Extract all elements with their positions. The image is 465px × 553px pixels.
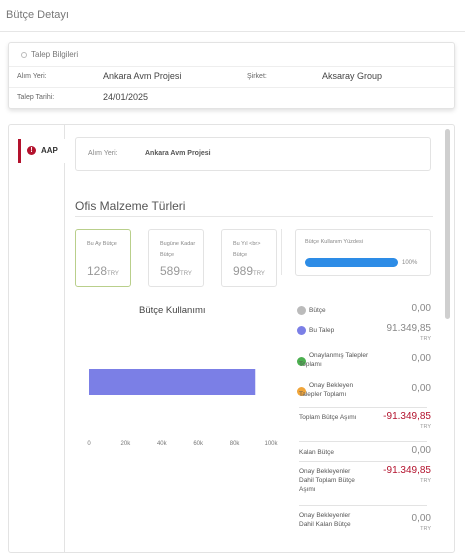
legend-divider bbox=[299, 461, 427, 462]
x-tick-label: 100k bbox=[264, 441, 278, 447]
x-tick-label: 80k bbox=[230, 441, 241, 447]
chart-title: Bütçe Kullanımı bbox=[139, 305, 206, 316]
legend-value: 0,00 bbox=[411, 445, 431, 456]
talep-bilgileri-title: Talep Bilgileri bbox=[31, 50, 79, 59]
budget-detail-panel: ! AAP Alım Yeri: Ankara Avm Projesi Ofis… bbox=[8, 124, 455, 553]
x-tick-label: 0 bbox=[87, 441, 91, 447]
legend-label: Onaylanmış Talepler Toplamı bbox=[299, 352, 369, 368]
legend-label: Kalan Bütçe bbox=[299, 449, 335, 456]
usage-progress-bar bbox=[305, 258, 398, 267]
budget-card-value: 128TRY bbox=[87, 264, 119, 278]
budget-card-bugune-kadar[interactable]: Bugüne Kadar Bütçe 589TRY bbox=[148, 229, 204, 287]
budget-card-value: 989TRY bbox=[233, 264, 265, 278]
x-tick-label: 60k bbox=[193, 441, 204, 447]
legend-label: Bu Talep bbox=[309, 327, 335, 334]
legend-item-onay-bekleyen[interactable]: Onay Bekleyen Talepler Toplamı 0,00 bbox=[295, 379, 431, 405]
legend-currency: TRY bbox=[420, 526, 431, 532]
legend-label: Bütçe bbox=[309, 307, 326, 314]
legend-currency: TRY bbox=[420, 478, 431, 484]
legend-value: 0,00 bbox=[411, 513, 431, 524]
legend-item-toplam-asim: Toplam Bütçe Aşımı -91.349,85 TRY bbox=[295, 411, 431, 439]
legend-label: Onay Bekleyen Talepler Toplamı bbox=[299, 382, 354, 398]
scrollbar-thumb[interactable] bbox=[445, 129, 450, 319]
talep-tarihi-label: Talep Tarihi: bbox=[17, 94, 55, 101]
legend-value: 0,00 bbox=[411, 353, 431, 364]
budget-card-label: Bu Ay Bütçe bbox=[87, 241, 117, 247]
legend-value: 91.349,85 bbox=[386, 323, 432, 334]
sirket-value: Aksaray Group bbox=[322, 71, 383, 81]
legend-item-kalan: Kalan Bütçe 0,00 bbox=[295, 445, 431, 461]
legend-item-dahil-asim: Onay Bekleyenler Dahil Toplam Bütçe Aşım… bbox=[295, 465, 431, 501]
usage-percent-card: Bütçe Kullanım Yüzdesi 100% bbox=[295, 229, 431, 276]
info-circle-icon bbox=[21, 52, 27, 58]
section-title: Ofis Malzeme Türleri bbox=[75, 199, 433, 217]
budget-card-label: Bugüne Kadar Bütçe bbox=[160, 241, 196, 258]
legend-swatch-icon bbox=[297, 306, 306, 315]
alim-yeri-value: Ankara Avm Projesi bbox=[103, 71, 182, 81]
tab-column: ! AAP bbox=[9, 125, 65, 552]
sirket-label: Şirket: bbox=[247, 73, 267, 80]
legend-value: -91.349,85 bbox=[383, 411, 431, 422]
alim-yeri-box: Alım Yeri: Ankara Avm Projesi bbox=[75, 137, 431, 171]
chart-bar-bu-talep[interactable] bbox=[89, 369, 256, 395]
legend-value: 0,00 bbox=[411, 383, 431, 394]
legend-currency: TRY bbox=[420, 424, 431, 430]
legend-item-onaylanmis[interactable]: Onaylanmış Talepler Toplamı 0,00 bbox=[295, 349, 431, 375]
legend-item-bu-talep[interactable]: Bu Talep 91.349,85 TRY bbox=[295, 323, 431, 347]
exclamation-circle-icon: ! bbox=[27, 146, 36, 155]
legend-value: -91.349,85 bbox=[383, 465, 431, 476]
budget-card-value: 589TRY bbox=[160, 264, 192, 278]
legend-value: 0,00 bbox=[411, 303, 431, 314]
page-header: Bütçe Detayı bbox=[0, 0, 465, 32]
legend-divider bbox=[299, 441, 427, 442]
page-title: Bütçe Detayı bbox=[6, 9, 69, 21]
legend-label: Toplam Bütçe Aşımı bbox=[299, 414, 357, 421]
talep-row-2: Talep Tarihi: 24/01/2025 bbox=[9, 88, 454, 109]
legend-divider bbox=[299, 407, 427, 408]
usage-percent-value: 100% bbox=[402, 260, 418, 266]
alim-yeri-box-value: Ankara Avm Projesi bbox=[145, 150, 211, 157]
cards-divider bbox=[281, 229, 282, 275]
legend-swatch-icon bbox=[297, 326, 306, 335]
budget-usage-chart: 0 20k 40k 60k 80k 100k bbox=[87, 369, 279, 447]
legend-item-butce[interactable]: Bütçe 0,00 bbox=[295, 303, 431, 323]
legend-divider bbox=[299, 505, 427, 506]
talep-row-1: Alım Yeri: Ankara Avm Projesi Şirket: Ak… bbox=[9, 67, 454, 88]
talep-bilgileri-header[interactable]: Talep Bilgileri bbox=[9, 43, 454, 67]
talep-bilgileri-card: Talep Bilgileri Alım Yeri: Ankara Avm Pr… bbox=[8, 42, 455, 109]
budget-card-bu-ay[interactable]: Bu Ay Bütçe 128TRY bbox=[75, 229, 131, 287]
talep-tarihi-value: 24/01/2025 bbox=[103, 92, 149, 102]
budget-card-bu-yil[interactable]: Bu Yıl <br> Bütçe 989TRY bbox=[221, 229, 277, 287]
legend-label: Onay Bekleyenler Dahil Kalan Bütçe bbox=[299, 512, 351, 528]
tab-aap-label: AAP bbox=[41, 146, 58, 155]
tab-aap[interactable]: ! AAP bbox=[18, 139, 65, 163]
x-tick-label: 20k bbox=[121, 441, 132, 447]
legend-currency: TRY bbox=[420, 336, 431, 342]
legend-label: Onay Bekleyenler Dahil Toplam Bütçe Aşım… bbox=[299, 468, 355, 493]
usage-percent-label: Bütçe Kullanım Yüzdesi bbox=[305, 239, 363, 245]
alim-yeri-box-label: Alım Yeri: bbox=[88, 150, 118, 157]
budget-card-label: Bu Yıl <br> Bütçe bbox=[233, 241, 261, 258]
legend-item-dahil-kalan: Onay Bekleyenler Dahil Kalan Bütçe 0,00 … bbox=[295, 509, 431, 535]
alim-yeri-label: Alım Yeri: bbox=[17, 73, 47, 80]
x-tick-label: 40k bbox=[157, 441, 168, 447]
